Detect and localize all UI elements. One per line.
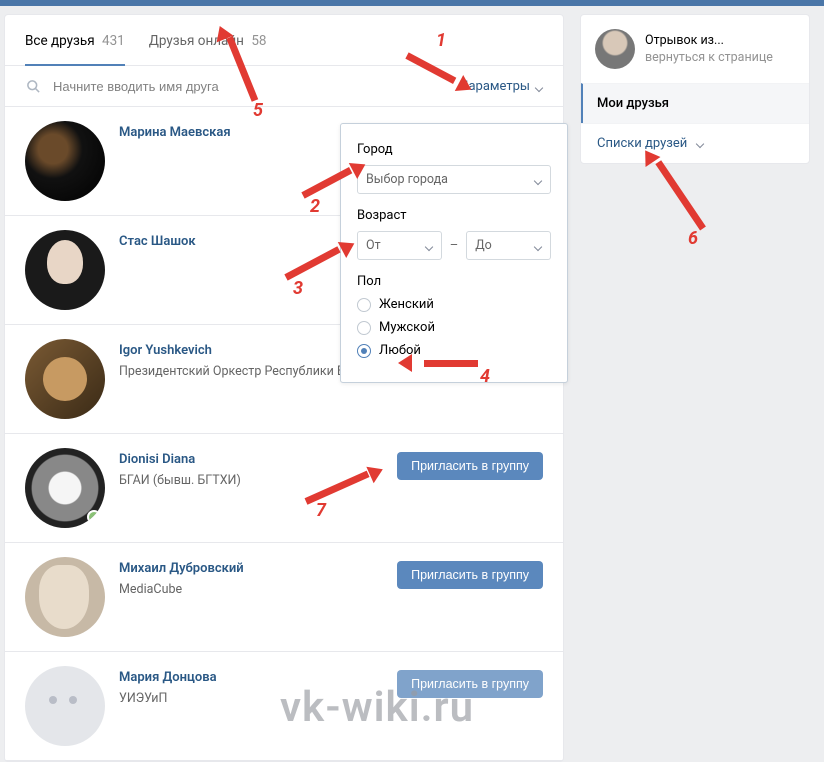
age-to-select[interactable]: До [466,231,551,260]
tab-online-label: Друзья онлайн [149,33,244,49]
gender-any-option[interactable]: Любой [357,343,551,358]
online-indicator-icon [87,510,101,524]
friend-row: Мария Донцова УИЭУиП Пригласить в группу [5,652,563,761]
chevron-down-icon [533,242,542,251]
tab-all-count: 431 [102,33,125,49]
friend-subtitle: MediaCube [119,582,397,597]
search-icon [25,78,41,94]
gender-any-label: Любой [379,343,421,358]
invite-button[interactable]: Пригласить в группу [397,561,543,589]
gender-male-label: Мужской [379,320,435,335]
gender-female-label: Женский [379,297,434,312]
profile-block[interactable]: Отрывок из... вернуться к странице [581,15,809,83]
gender-male-option[interactable]: Мужской [357,320,551,335]
avatar[interactable] [25,230,105,310]
side-link-my-friends[interactable]: Мои друзья [581,83,809,123]
search-input[interactable] [53,79,459,94]
chevron-down-icon [533,176,542,185]
age-from-select[interactable]: От [357,231,442,260]
filter-age-label: Возраст [357,208,551,223]
radio-icon [357,344,371,358]
avatar[interactable] [25,339,105,419]
friend-lists-label: Списки друзей [597,136,687,151]
radio-icon [357,298,371,312]
friend-subtitle: УИЭУиП [119,691,397,706]
parameters-label: Параметры [459,79,530,94]
profile-title: Отрывок из... [645,33,773,48]
tab-all-friends[interactable]: Все друзья 431 [25,15,125,65]
city-select-value: Выбор города [366,172,448,187]
filter-gender-label: Пол [357,274,551,289]
invite-button[interactable]: Пригласить в группу [397,452,543,480]
filters-dropdown: Город Выбор города Возраст От – До Пол [340,123,568,383]
chevron-down-icon [534,83,543,92]
avatar[interactable] [25,121,105,201]
sidebar: Отрывок из... вернуться к странице Мои д… [580,14,810,762]
friend-name[interactable]: Михаил Дубровский [119,561,397,576]
friend-row: Dionisi Diana БГАИ (бывш. БГТХИ) Приглас… [5,434,563,543]
invite-button[interactable]: Пригласить в группу [397,670,543,698]
chevron-down-icon [424,242,433,251]
tab-all-label: Все друзья [25,33,95,49]
friend-subtitle: БГАИ (бывш. БГТХИ) [119,473,397,488]
side-link-friend-lists[interactable]: Списки друзей [581,123,809,163]
city-select[interactable]: Выбор города [357,165,551,194]
friends-panel: Все друзья 431 Друзья онлайн 58 Параметр… [4,14,564,762]
radio-icon [357,321,371,335]
friend-name[interactable]: Dionisi Diana [119,452,397,467]
tabs: Все друзья 431 Друзья онлайн 58 [5,15,563,66]
age-range-dash: – [450,238,459,253]
friend-name[interactable]: Мария Донцова [119,670,397,685]
avatar[interactable] [25,448,105,528]
filter-city-label: Город [357,142,551,157]
avatar[interactable] [25,557,105,637]
avatar [595,29,635,69]
chevron-down-icon [695,139,704,148]
friend-row: Михаил Дубровский MediaCube Пригласить в… [5,543,563,652]
age-from-value: От [366,238,381,253]
gender-female-option[interactable]: Женский [357,297,551,312]
tab-online-count: 58 [251,33,266,49]
back-to-page-link: вернуться к странице [645,50,773,65]
age-to-value: До [475,238,492,253]
parameters-toggle[interactable]: Параметры [459,79,543,94]
search-row: Параметры [5,66,563,107]
tab-online-friends[interactable]: Друзья онлайн 58 [149,15,267,65]
avatar[interactable] [25,666,105,746]
